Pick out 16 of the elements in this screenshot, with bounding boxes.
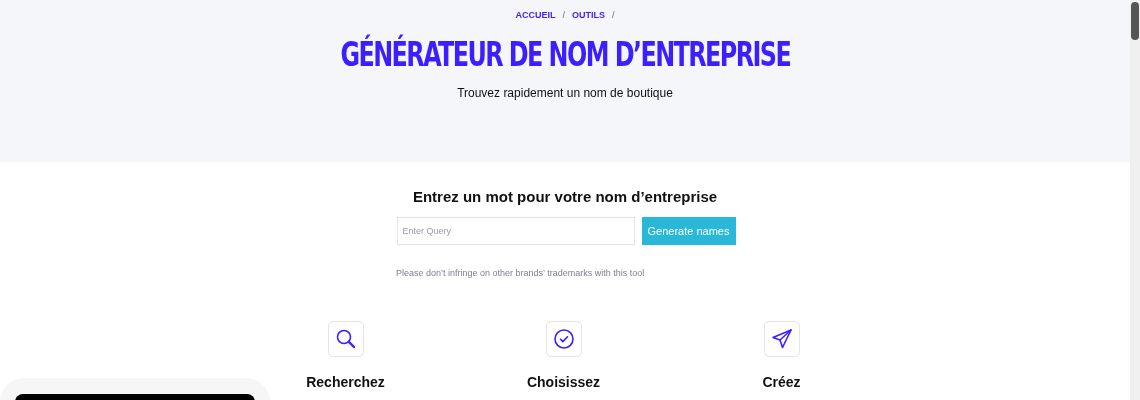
magnifier-icon (327, 321, 364, 357)
paper-plane-icon (763, 321, 800, 357)
feature-title: Recherchez (306, 374, 385, 390)
form-heading: Entrez un mot pour votre nom d’entreprise (412, 188, 718, 205)
breadcrumb-link[interactable]: OUTILS (572, 10, 605, 20)
page-title: GÉNÉRATEUR DE NOM D’ENTREPRISE (340, 34, 790, 74)
scrollbar-thumb[interactable] (1131, 2, 1139, 40)
trademark-note: Please don’t infringe on other brands’ trademarks with this tool (396, 268, 646, 278)
scrollbar[interactable] (1130, 0, 1140, 400)
feature-title: Choisissez (526, 374, 601, 390)
breadcrumb-separator: / (612, 10, 615, 20)
breadcrumb-separator: / (562, 10, 565, 20)
query-input[interactable]: Enter Query (396, 217, 635, 245)
feature-title: Créez (762, 374, 801, 390)
subtitle: Trouvez rapidement un nom de boutique (457, 86, 673, 100)
breadcrumb-link[interactable]: ACCUEIL (515, 10, 556, 20)
